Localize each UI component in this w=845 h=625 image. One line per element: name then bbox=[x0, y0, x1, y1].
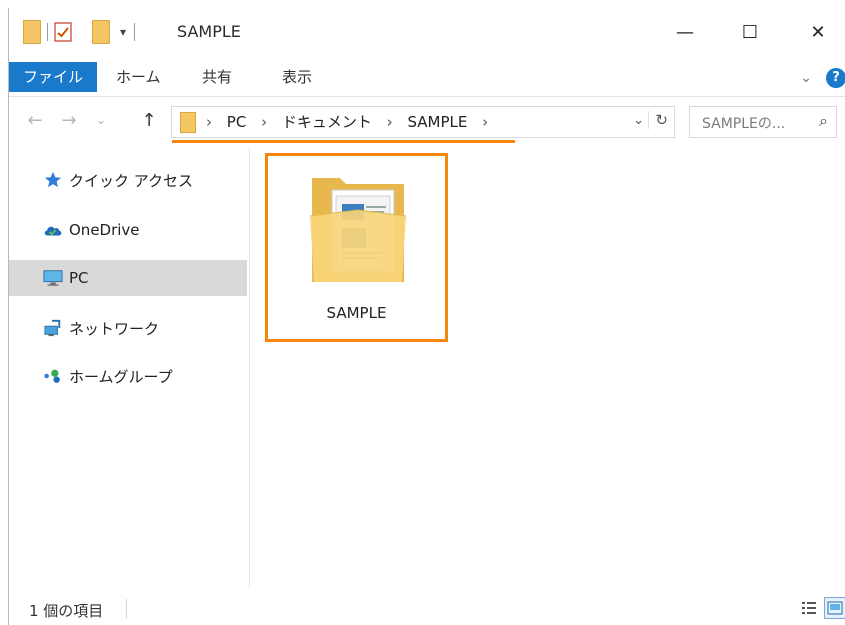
details-view-icon bbox=[802, 602, 816, 614]
search-placeholder[interactable]: SAMPLEの... bbox=[702, 113, 785, 133]
expand-ribbon-icon[interactable]: ⌄ bbox=[800, 70, 812, 86]
sidebar-item-quick-access[interactable]: クイック アクセス bbox=[9, 162, 247, 198]
window-title: SAMPLE bbox=[177, 22, 241, 41]
new-folder-icon[interactable] bbox=[92, 20, 110, 44]
sidebar-item-label: クイック アクセス bbox=[69, 171, 194, 190]
close-button[interactable]: ✕ bbox=[795, 16, 841, 48]
large-icons-view-icon bbox=[827, 601, 843, 615]
monitor-icon bbox=[43, 270, 63, 286]
breadcrumb-sample[interactable]: SAMPLE bbox=[407, 113, 467, 131]
breadcrumb-separator[interactable]: › bbox=[206, 113, 212, 131]
folder-with-documents-icon bbox=[309, 178, 407, 282]
sidebar-item-onedrive[interactable]: OneDrive bbox=[9, 212, 247, 248]
breadcrumb-separator[interactable]: › bbox=[387, 113, 393, 131]
customize-toolbar-icon[interactable]: ▾ bbox=[120, 25, 126, 39]
ribbon-tabs: ファイル ホーム 共有 表示 ⌄ ? bbox=[9, 58, 845, 97]
breadcrumb-separator[interactable]: › bbox=[261, 113, 267, 131]
search-icon[interactable]: ⌕ bbox=[819, 111, 828, 131]
breadcrumb-documents[interactable]: ドキュメント bbox=[282, 113, 372, 131]
status-bar: 1 個の項目 bbox=[9, 593, 845, 625]
breadcrumb-pc[interactable]: PC bbox=[227, 113, 247, 131]
address-bar[interactable]: › PC › ドキュメント › SAMPLE › ⌄ ↻ bbox=[171, 106, 675, 138]
navigation-pane: クイック アクセス OneDrive PC ネットワーク ホームグループ bbox=[9, 148, 250, 588]
folder-name: SAMPLE bbox=[326, 304, 387, 322]
file-list: SAMPLE bbox=[261, 148, 841, 588]
cloud-icon bbox=[44, 226, 62, 236]
sidebar-item-network[interactable]: ネットワーク bbox=[9, 310, 247, 346]
properties-icon[interactable] bbox=[54, 22, 72, 42]
address-highlight bbox=[172, 140, 515, 143]
up-button[interactable]: ↑ bbox=[137, 108, 161, 134]
recent-locations-button[interactable]: ⌄ bbox=[91, 108, 111, 134]
refresh-icon[interactable]: ↻ bbox=[648, 111, 668, 129]
back-button[interactable]: ← bbox=[23, 108, 47, 134]
tab-home[interactable]: ホーム bbox=[106, 62, 171, 92]
details-view-button[interactable] bbox=[798, 597, 820, 619]
help-icon[interactable]: ? bbox=[826, 68, 845, 88]
folder-item-sample[interactable]: SAMPLE bbox=[265, 153, 448, 342]
sidebar-item-homegroup[interactable]: ホームグループ bbox=[9, 358, 247, 394]
folder-icon bbox=[180, 112, 196, 133]
title-bar: ▾ SAMPLE — ☐ ✕ bbox=[9, 8, 845, 56]
homegroup-icon bbox=[44, 369, 60, 383]
quick-access-toolbar: ▾ bbox=[23, 20, 141, 44]
sidebar-item-label: ネットワーク bbox=[69, 319, 160, 338]
item-count: 1 個の項目 bbox=[29, 602, 104, 620]
forward-button[interactable]: → bbox=[57, 108, 81, 134]
sidebar-item-label: OneDrive bbox=[69, 221, 140, 239]
navigation-bar: ← → ⌄ ↑ › PC › ドキュメント › SAMPLE › ⌄ ↻ SAM… bbox=[9, 102, 845, 143]
breadcrumb-separator[interactable]: › bbox=[482, 113, 488, 131]
sidebar-item-label: ホームグループ bbox=[69, 367, 173, 386]
folder-icon bbox=[23, 20, 41, 44]
tab-share[interactable]: 共有 bbox=[192, 62, 242, 92]
sidebar-item-label: PC bbox=[69, 269, 89, 287]
minimize-button[interactable]: — bbox=[662, 16, 708, 48]
large-icons-view-button[interactable] bbox=[824, 597, 845, 619]
maximize-button[interactable]: ☐ bbox=[727, 16, 773, 48]
network-icon bbox=[44, 319, 61, 337]
address-dropdown-icon[interactable]: ⌄ bbox=[633, 113, 644, 128]
sidebar-item-pc[interactable]: PC bbox=[9, 260, 247, 296]
search-box[interactable]: SAMPLEの... ⌕ bbox=[689, 106, 837, 138]
star-icon bbox=[44, 171, 62, 188]
tab-view[interactable]: 表示 bbox=[272, 62, 322, 92]
tab-file[interactable]: ファイル bbox=[9, 62, 98, 92]
explorer-window: ▾ SAMPLE — ☐ ✕ ファイル ホーム 共有 表示 ⌄ ? ← → ⌄ … bbox=[8, 8, 845, 625]
